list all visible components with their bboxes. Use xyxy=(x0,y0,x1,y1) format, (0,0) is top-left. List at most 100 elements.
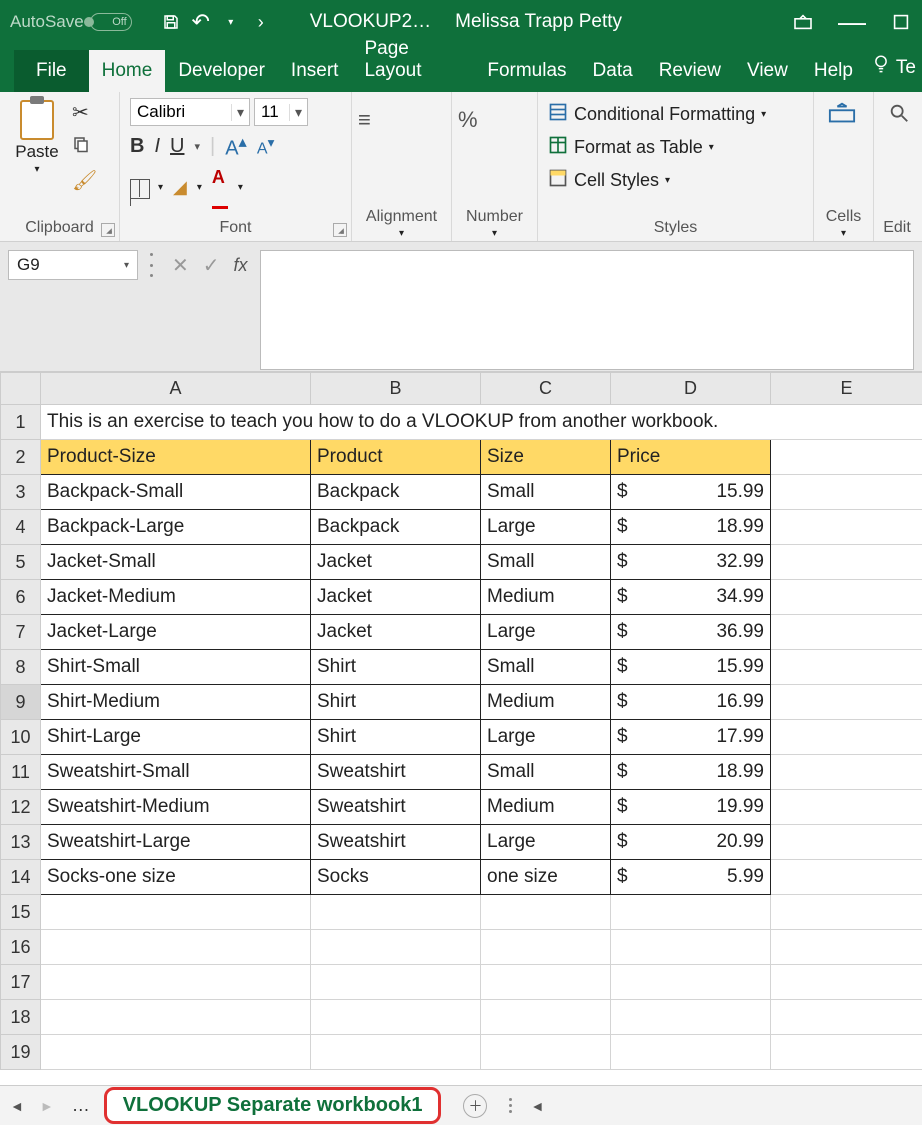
cell-header-0[interactable]: Product-Size xyxy=(41,440,311,475)
chevron-down-icon[interactable]: ▾ xyxy=(289,104,307,121)
cell-D3[interactable]: $15.99 xyxy=(611,475,771,510)
cell-C3[interactable]: Small xyxy=(481,475,611,510)
cells-label[interactable]: Cells xyxy=(820,208,867,228)
cell-E4[interactable] xyxy=(771,510,922,545)
cell-D17[interactable] xyxy=(611,965,771,1000)
grow-font-icon[interactable]: A▴ xyxy=(225,132,247,161)
chevron-down-icon[interactable]: ▾ xyxy=(761,109,766,120)
tab-nav-prev-icon[interactable]: ◄ xyxy=(6,1098,28,1114)
font-name-combo[interactable]: ▾ xyxy=(130,98,250,126)
cell-C17[interactable] xyxy=(481,965,611,1000)
tab-review[interactable]: Review xyxy=(646,50,734,92)
cell-E5[interactable] xyxy=(771,545,922,580)
cell-D9[interactable]: $16.99 xyxy=(611,685,771,720)
cell-B8[interactable]: Shirt xyxy=(311,650,481,685)
underline-dropdown-icon[interactable]: ▾ xyxy=(194,140,200,153)
row-header-5[interactable]: 5 xyxy=(1,545,41,580)
col-header-A[interactable]: A xyxy=(41,373,311,405)
cell-B19[interactable] xyxy=(311,1035,481,1070)
name-box-dropdown-icon[interactable]: ▾ xyxy=(124,260,129,271)
cell-B14[interactable]: Socks xyxy=(311,860,481,895)
cells-icon[interactable] xyxy=(828,102,856,132)
cell-A16[interactable] xyxy=(41,930,311,965)
cell-A13[interactable]: Sweatshirt-Large xyxy=(41,825,311,860)
cell-B13[interactable]: Sweatshirt xyxy=(311,825,481,860)
row-header-7[interactable]: 7 xyxy=(1,615,41,650)
format-as-table-button[interactable]: Format as Table ▾ xyxy=(548,135,766,160)
select-all[interactable] xyxy=(1,373,41,405)
cell-D8[interactable]: $15.99 xyxy=(611,650,771,685)
chevron-down-icon[interactable]: ▾ xyxy=(231,104,249,121)
conditional-formatting-button[interactable]: Conditional Formatting ▾ xyxy=(548,102,766,127)
find-icon[interactable] xyxy=(888,102,910,130)
minimize-button[interactable]: — xyxy=(838,6,866,38)
col-header-D[interactable]: D xyxy=(611,373,771,405)
cell-C18[interactable] xyxy=(481,1000,611,1035)
copy-icon[interactable] xyxy=(72,135,97,158)
col-header-C[interactable]: C xyxy=(481,373,611,405)
cell-E15[interactable] xyxy=(771,895,922,930)
cell-A15[interactable] xyxy=(41,895,311,930)
cell-C7[interactable]: Large xyxy=(481,615,611,650)
cell-C19[interactable] xyxy=(481,1035,611,1070)
tab-list-button[interactable]: … xyxy=(66,1095,96,1116)
cell-B7[interactable]: Jacket xyxy=(311,615,481,650)
tab-home[interactable]: Home xyxy=(89,50,166,92)
row-header-11[interactable]: 11 xyxy=(1,755,41,790)
qat-more-icon[interactable]: › xyxy=(250,11,272,33)
row-header-4[interactable]: 4 xyxy=(1,510,41,545)
row-header-10[interactable]: 10 xyxy=(1,720,41,755)
cell-C13[interactable]: Large xyxy=(481,825,611,860)
paste-label[interactable]: Paste xyxy=(15,142,58,162)
row-header-3[interactable]: 3 xyxy=(1,475,41,510)
cell-D7[interactable]: $36.99 xyxy=(611,615,771,650)
formula-input[interactable] xyxy=(260,250,914,370)
cell-E8[interactable] xyxy=(771,650,922,685)
cell-C15[interactable] xyxy=(481,895,611,930)
cell-A18[interactable] xyxy=(41,1000,311,1035)
cell-B3[interactable]: Backpack xyxy=(311,475,481,510)
row-header-16[interactable]: 16 xyxy=(1,930,41,965)
cell-C10[interactable]: Large xyxy=(481,720,611,755)
cell-B12[interactable]: Sweatshirt xyxy=(311,790,481,825)
row-header-15[interactable]: 15 xyxy=(1,895,41,930)
cell-D16[interactable] xyxy=(611,930,771,965)
cell-A12[interactable]: Sweatshirt-Medium xyxy=(41,790,311,825)
cell-A14[interactable]: Socks-one size xyxy=(41,860,311,895)
cell-D5[interactable]: $32.99 xyxy=(611,545,771,580)
cell-C14[interactable]: one size xyxy=(481,860,611,895)
autosave[interactable]: AutoSave Off xyxy=(10,12,132,32)
cell-B4[interactable]: Backpack xyxy=(311,510,481,545)
font-color-dropdown-icon[interactable]: ▾ xyxy=(238,182,243,193)
row-header-18[interactable]: 18 xyxy=(1,1000,41,1035)
cell-E17[interactable] xyxy=(771,965,922,1000)
alignment-dropdown-icon[interactable]: ▾ xyxy=(358,228,445,239)
col-header-E[interactable]: E xyxy=(771,373,922,405)
italic-button[interactable]: I xyxy=(154,135,160,158)
row-header-6[interactable]: 6 xyxy=(1,580,41,615)
cell-E7[interactable] xyxy=(771,615,922,650)
cell-D6[interactable]: $34.99 xyxy=(611,580,771,615)
cell-C4[interactable]: Large xyxy=(481,510,611,545)
cut-icon[interactable]: ✂ xyxy=(72,100,97,125)
underline-button[interactable]: U xyxy=(170,135,184,158)
paste-dropdown-icon[interactable]: ▾ xyxy=(34,164,39,175)
format-painter-icon[interactable]: 🖌 xyxy=(72,168,97,193)
chevron-down-icon[interactable]: ▾ xyxy=(709,142,714,153)
editing-label[interactable]: Edit xyxy=(880,219,914,239)
sheet-tab-active[interactable]: VLOOKUP Separate workbook1 xyxy=(104,1087,442,1124)
hscroll-left-icon[interactable]: ◄ xyxy=(530,1098,544,1114)
tab-file[interactable]: File xyxy=(14,50,89,92)
cell-E9[interactable] xyxy=(771,685,922,720)
cell-header-1[interactable]: Product xyxy=(311,440,481,475)
cell-C11[interactable]: Small xyxy=(481,755,611,790)
undo-icon[interactable]: ↶ xyxy=(190,11,212,33)
chevron-down-icon[interactable]: ▾ xyxy=(665,175,670,186)
cell-B17[interactable] xyxy=(311,965,481,1000)
cell-D4[interactable]: $18.99 xyxy=(611,510,771,545)
cell-B10[interactable]: Shirt xyxy=(311,720,481,755)
cell-B16[interactable] xyxy=(311,930,481,965)
bold-button[interactable]: B xyxy=(130,135,144,158)
paste-icon[interactable] xyxy=(20,100,54,140)
row-header-1[interactable]: 1 xyxy=(1,405,41,440)
